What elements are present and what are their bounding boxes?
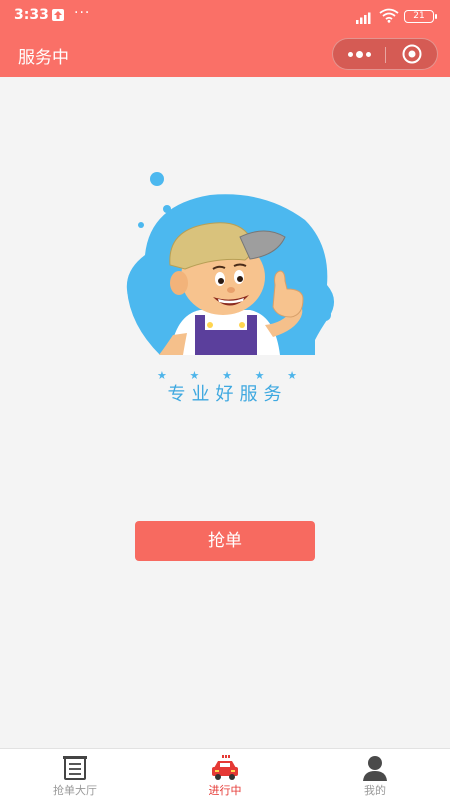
more-dot-icon	[355, 50, 363, 58]
order-list-icon	[60, 754, 90, 782]
tab-label: 我的	[364, 784, 386, 797]
nav-bar: 服务中	[0, 32, 450, 77]
battery-indicator: 21	[404, 10, 437, 23]
more-dot-icon	[365, 51, 371, 57]
car-icon	[210, 754, 240, 782]
tab-bar: 抢单大厅 进行中 我的	[0, 748, 450, 800]
tab-mine[interactable]: 我的	[300, 749, 450, 800]
slogan-text: 专业好服务	[167, 384, 288, 405]
upload-arrow-icon	[52, 9, 64, 21]
grab-order-button[interactable]: 抢单	[135, 521, 315, 561]
person-icon	[360, 754, 390, 782]
close-mini-program-button[interactable]	[386, 39, 438, 69]
tab-label: 进行中	[208, 784, 242, 797]
more-button[interactable]	[333, 39, 385, 69]
mini-program-capsule	[332, 38, 438, 70]
more-dot-icon	[347, 51, 353, 57]
signal-icon	[356, 9, 374, 28]
status-more-dots: ···	[74, 5, 91, 21]
wifi-icon	[379, 8, 399, 27]
tab-in-progress[interactable]: 进行中	[150, 749, 300, 800]
status-time: 3:33	[14, 7, 49, 23]
tab-order-hall[interactable]: 抢单大厅	[0, 749, 150, 800]
page-title: 服务中	[18, 48, 69, 68]
hero-illustration	[115, 165, 340, 360]
status-bar: 3:33 ··· 21	[0, 0, 450, 32]
target-close-icon	[402, 44, 422, 64]
worker-thumbs-up-illustration	[126, 172, 335, 355]
tab-label: 抢单大厅	[53, 784, 97, 797]
